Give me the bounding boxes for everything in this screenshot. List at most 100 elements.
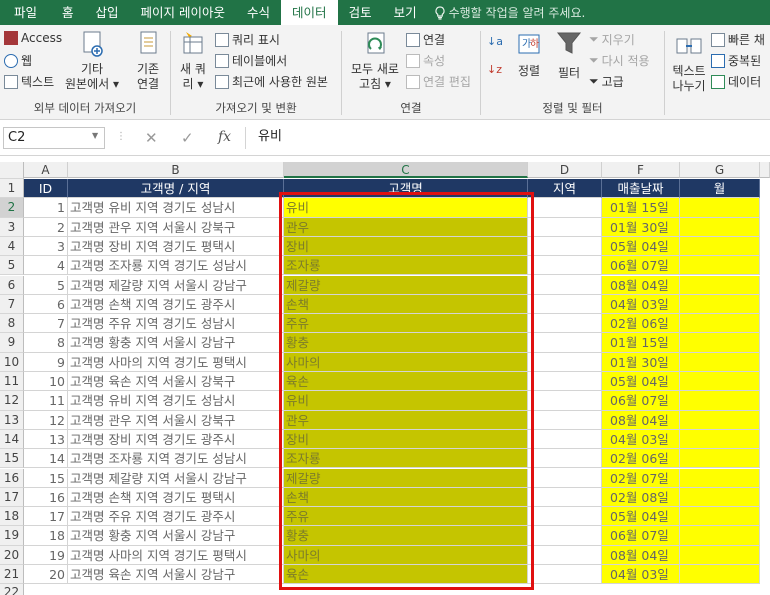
name-region-cell[interactable]: 고객명 사마의 지역 경기도 평택시: [68, 545, 284, 565]
id-cell[interactable]: 17: [24, 507, 68, 527]
row-header[interactable]: 1: [0, 179, 24, 199]
region-cell[interactable]: [528, 217, 602, 237]
id-cell[interactable]: 6: [24, 294, 68, 315]
region-cell[interactable]: [528, 294, 602, 315]
month-cell[interactable]: [680, 294, 760, 315]
row-header[interactable]: 15: [0, 449, 24, 469]
row-header[interactable]: 22: [0, 584, 24, 595]
id-cell[interactable]: 19: [24, 545, 68, 565]
customer-name-cell[interactable]: 제갈량: [284, 275, 528, 295]
name-region-cell[interactable]: 고객명 유비 지역 경기도 성남시: [68, 198, 284, 218]
month-cell[interactable]: [680, 275, 760, 295]
id-cell[interactable]: 1: [24, 198, 68, 218]
region-cell[interactable]: [528, 487, 602, 508]
column-header-d[interactable]: D: [528, 162, 602, 178]
id-cell[interactable]: 3: [24, 236, 68, 257]
column-header-a[interactable]: A: [24, 162, 68, 178]
name-region-cell[interactable]: 고객명 손책 지역 경기도 평택시: [68, 487, 284, 508]
customer-name-cell[interactable]: 유비: [284, 198, 528, 218]
customer-name-cell[interactable]: 주유: [284, 507, 528, 527]
month-cell[interactable]: [680, 333, 760, 353]
month-cell[interactable]: [680, 256, 760, 276]
column-header-h[interactable]: [760, 162, 770, 178]
customer-name-cell[interactable]: 제갈량: [284, 468, 528, 488]
confirm-entry-button[interactable]: ✓: [181, 129, 194, 147]
row-header[interactable]: 12: [0, 391, 24, 411]
month-cell[interactable]: [680, 545, 760, 565]
other-sources-button[interactable]: 기타 원본에서 ▾: [64, 29, 120, 92]
sales-date-cell[interactable]: 01월 15일: [602, 198, 680, 218]
name-region-cell[interactable]: 고객명 장비 지역 경기도 광주시: [68, 429, 284, 450]
month-cell[interactable]: [680, 487, 760, 508]
remove-duplicates-button[interactable]: 중복된: [711, 52, 761, 69]
name-region-cell[interactable]: 고객명 유비 지역 경기도 성남시: [68, 391, 284, 411]
from-access-button[interactable]: Access: [4, 31, 62, 45]
month-cell[interactable]: [680, 391, 760, 411]
region-cell[interactable]: [528, 507, 602, 527]
region-cell[interactable]: [528, 565, 602, 585]
name-region-cell[interactable]: 고객명 관우 지역 서울시 강북구: [68, 410, 284, 430]
id-cell[interactable]: 12: [24, 410, 68, 430]
row-header[interactable]: 14: [0, 429, 24, 450]
region-cell[interactable]: [528, 372, 602, 392]
insert-function-button[interactable]: fx: [218, 129, 231, 145]
name-region-cell[interactable]: 고객명 황충 지역 서울시 강남구: [68, 333, 284, 353]
region-cell[interactable]: [528, 526, 602, 546]
month-cell[interactable]: [680, 217, 760, 237]
region-cell[interactable]: [528, 545, 602, 565]
customer-name-cell[interactable]: 조자룡: [284, 449, 528, 469]
select-all-corner[interactable]: [0, 162, 24, 179]
row-header[interactable]: 7: [0, 294, 24, 315]
sales-date-cell[interactable]: 05월 04일: [602, 236, 680, 257]
name-region-cell[interactable]: 고객명 육손 지역 서울시 강북구: [68, 372, 284, 392]
id-cell[interactable]: 7: [24, 314, 68, 334]
row-header[interactable]: 9: [0, 333, 24, 353]
row-header[interactable]: 2: [0, 198, 24, 218]
column-header-c[interactable]: C: [284, 162, 528, 178]
column-header-g[interactable]: G: [680, 162, 760, 178]
row-header[interactable]: 19: [0, 526, 24, 546]
id-cell[interactable]: 10: [24, 372, 68, 392]
tab-data[interactable]: 데이터: [281, 0, 338, 25]
region-cell[interactable]: [528, 449, 602, 469]
tab-review[interactable]: 검토: [338, 0, 383, 25]
recent-sources-button[interactable]: 최근에 사용한 원본: [215, 73, 328, 90]
row-header[interactable]: 3: [0, 217, 24, 237]
from-text-button[interactable]: 텍스트: [4, 73, 54, 90]
region-cell[interactable]: [528, 410, 602, 430]
month-cell[interactable]: [680, 468, 760, 488]
customer-name-cell[interactable]: 유비: [284, 391, 528, 411]
customer-name-cell[interactable]: 육손: [284, 565, 528, 585]
name-region-cell[interactable]: 고객명 손책 지역 경기도 광주시: [68, 294, 284, 315]
month-cell[interactable]: [680, 198, 760, 218]
row-header[interactable]: 17: [0, 487, 24, 508]
name-region-cell[interactable]: 고객명 조자룡 지역 경기도 성남시: [68, 449, 284, 469]
row-header[interactable]: 4: [0, 236, 24, 257]
id-cell[interactable]: 18: [24, 526, 68, 546]
sales-date-cell[interactable]: 06월 07일: [602, 256, 680, 276]
month-cell[interactable]: [680, 372, 760, 392]
from-table-button[interactable]: 테이블에서: [215, 52, 287, 69]
reapply-button[interactable]: ⏷ 다시 적용: [589, 52, 650, 69]
customer-name-cell[interactable]: 장비: [284, 429, 528, 450]
row-header[interactable]: 11: [0, 372, 24, 392]
tab-file[interactable]: 파일: [0, 0, 51, 25]
column-header-b[interactable]: B: [68, 162, 284, 178]
tab-formulas[interactable]: 수식: [236, 0, 281, 25]
sales-date-cell[interactable]: 02월 08일: [602, 487, 680, 508]
id-cell[interactable]: 5: [24, 275, 68, 295]
flash-fill-button[interactable]: 빠른 채: [711, 31, 765, 48]
sales-date-cell[interactable]: 01월 15일: [602, 333, 680, 353]
show-queries-button[interactable]: 쿼리 표시: [215, 31, 280, 48]
customer-name-cell[interactable]: 육손: [284, 372, 528, 392]
row-header[interactable]: 6: [0, 275, 24, 295]
row-header[interactable]: 5: [0, 256, 24, 276]
sales-date-cell[interactable]: 04월 03일: [602, 429, 680, 450]
name-region-cell[interactable]: 고객명 사마의 지역 경기도 평택시: [68, 352, 284, 372]
sales-date-cell[interactable]: 01월 30일: [602, 352, 680, 372]
sales-date-cell[interactable]: 05월 04일: [602, 507, 680, 527]
id-cell[interactable]: 9: [24, 352, 68, 372]
name-box-dropdown-icon[interactable]: ▼: [92, 131, 98, 140]
id-cell[interactable]: 16: [24, 487, 68, 508]
name-region-cell[interactable]: 고객명 관우 지역 서울시 강북구: [68, 217, 284, 237]
